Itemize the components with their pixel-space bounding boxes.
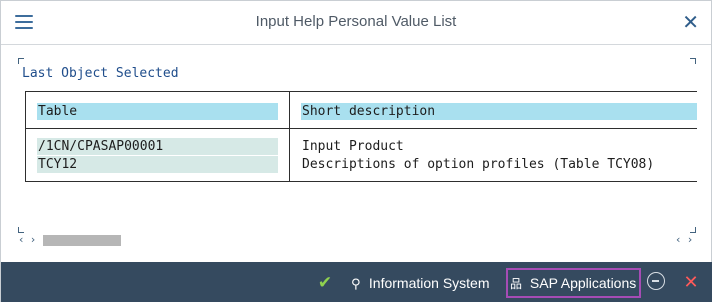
- header-divider: [26, 128, 697, 129]
- frame-corner-top-left: [18, 58, 24, 64]
- column-divider: [289, 92, 290, 181]
- cancel-icon[interactable]: ✕: [681, 269, 701, 297]
- table-cell-description[interactable]: Input Product: [301, 138, 697, 155]
- hierarchy-icon: 品: [510, 277, 523, 291]
- dialog-window: Input Help Personal Value List ✕ Last Ob…: [0, 0, 712, 302]
- sap-applications-button[interactable]: 品 SAP Applications: [506, 268, 642, 298]
- table-cell-key[interactable]: /1CN/CPASAP00001: [37, 138, 278, 155]
- footer-toolbar: ✔ ⚲ Information System 品 SAP Application…: [1, 262, 712, 302]
- search-icon: ⚲: [351, 277, 361, 292]
- horizontal-scrollbar-thumb[interactable]: [43, 235, 121, 246]
- section-title: Last Object Selected: [22, 66, 179, 81]
- scroll-left-right-arrows-icon[interactable]: ‹ ›: [19, 233, 37, 246]
- close-icon[interactable]: ✕: [682, 11, 699, 33]
- table-cell-description[interactable]: Descriptions of option profiles (Table T…: [301, 156, 697, 173]
- column-header-table[interactable]: Table: [37, 103, 278, 120]
- dialog-title: Input Help Personal Value List: [255, 13, 457, 30]
- sap-applications-label: SAP Applications: [529, 275, 637, 291]
- value-list-table: Table Short description /1CN/CPASAP00001…: [25, 91, 697, 182]
- table-cell-key[interactable]: TCY12: [37, 156, 278, 173]
- minus-circle-icon[interactable]: [647, 272, 665, 290]
- information-system-button[interactable]: ⚲ Information System: [351, 269, 490, 297]
- column-header-short-description[interactable]: Short description: [301, 103, 697, 120]
- title-bar: Input Help Personal Value List ✕: [1, 1, 711, 45]
- scroll-left-right-arrows-icon[interactable]: ‹ ›: [676, 233, 694, 246]
- information-system-label: Information System: [368, 275, 490, 291]
- frame-corner-top-right: [690, 58, 696, 64]
- checkmark-icon[interactable]: ✔: [313, 269, 337, 297]
